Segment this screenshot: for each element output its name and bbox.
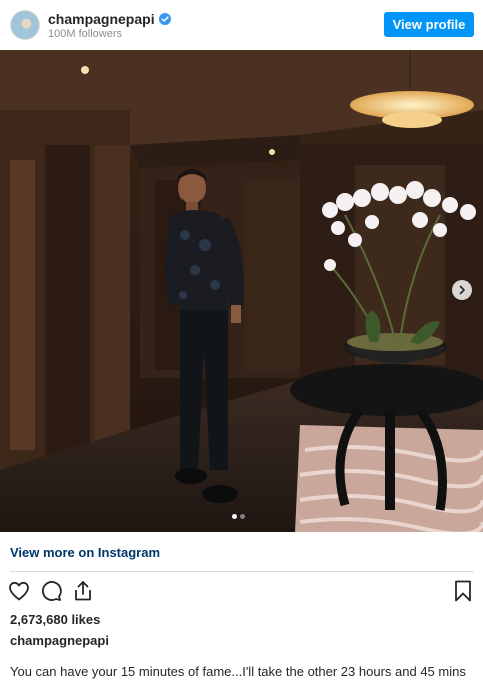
comment-icon: [42, 581, 62, 601]
username[interactable]: champagnepapi: [48, 11, 155, 27]
like-count[interactable]: 2,673,680 likes: [10, 612, 100, 627]
save-button[interactable]: [450, 578, 476, 604]
comment-button[interactable]: [38, 578, 64, 604]
heart-icon: [9, 581, 29, 601]
bookmark-icon: [455, 580, 471, 602]
carousel-dot-active: [232, 514, 237, 519]
follower-count: 100M followers: [48, 28, 122, 40]
carousel-next-button[interactable]: [452, 280, 472, 300]
post-photo-illustration: [0, 50, 483, 532]
view-more-link[interactable]: View more on Instagram: [10, 545, 160, 560]
like-button[interactable]: [6, 578, 32, 604]
carousel-indicator: [232, 514, 245, 519]
divider: [10, 571, 474, 572]
username-row: champagnepapi: [48, 11, 171, 27]
chevron-right-icon: [459, 285, 465, 295]
share-button[interactable]: [70, 578, 96, 604]
view-profile-button[interactable]: View profile: [384, 12, 474, 37]
share-icon: [75, 581, 91, 601]
caption-text: You can have your 15 minutes of fame...I…: [10, 664, 466, 679]
carousel-dot: [240, 514, 245, 519]
post-image[interactable]: [0, 50, 483, 532]
post-header: champagnepapi 100M followers View profil…: [0, 0, 483, 50]
caption-username[interactable]: champagnepapi: [10, 633, 109, 648]
action-bar: [0, 578, 483, 606]
avatar[interactable]: [10, 10, 40, 40]
verified-badge-icon: [158, 13, 171, 25]
